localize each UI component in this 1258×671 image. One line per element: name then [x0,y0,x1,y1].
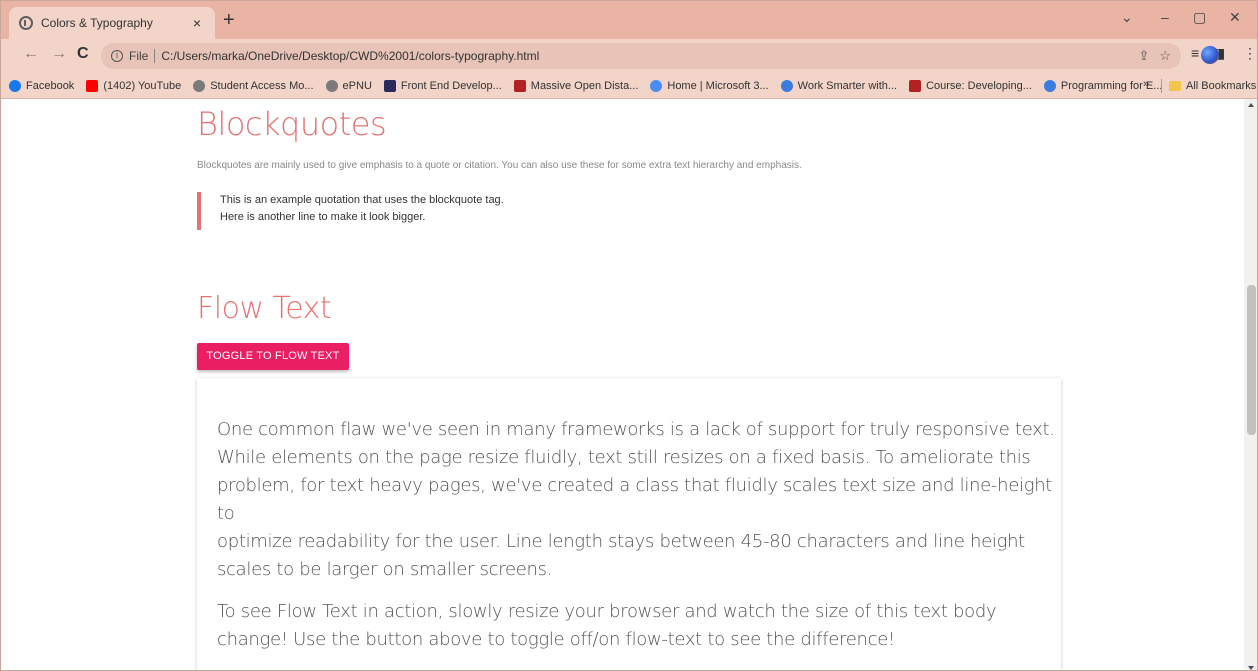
bookmark-student-access[interactable]: Student Access Mo... [193,79,314,92]
site-icon [1043,79,1056,92]
site-icon [325,79,338,92]
share-icon[interactable]: ⇪ [1138,48,1149,64]
bookmark-epnu[interactable]: ePNU [325,79,372,92]
url-separator [154,49,156,63]
url-scheme-label: File [129,49,149,63]
forward-button[interactable]: → [51,45,67,63]
scroll-down-arrow-icon[interactable] [1248,666,1254,670]
browser-tab[interactable]: Colors & Typography × [9,7,215,39]
bookmark-label: Student Access Mo... [210,79,314,92]
tab-title: Colors & Typography [41,16,153,30]
bookmark-youtube[interactable]: (1402) YouTube [86,79,182,92]
site-icon [909,79,922,92]
menu-icon[interactable]: ⋮ [1243,45,1257,62]
flow-text-card: One common flaw we've seen in many frame… [197,378,1061,670]
site-icon [780,79,793,92]
scrollbar-thumb[interactable] [1247,285,1256,435]
address-bar[interactable]: i File C:/Users/marka/OneDrive/Desktop/C… [101,43,1181,69]
page-viewport: Blockquotes Blockquotes are mainly used … [1,99,1244,670]
bookmark-label: Massive Open Dista... [530,79,639,92]
minimize-button[interactable]: – [1161,9,1169,25]
profile-avatar[interactable] [1201,46,1219,64]
flow-text-heading: Flow Text [197,291,332,326]
facebook-icon [9,79,21,92]
scroll-up-arrow-icon[interactable] [1248,103,1254,107]
site-icon [193,79,206,92]
bookmark-label: (1402) YouTube [103,79,182,92]
restore-button[interactable]: ▢ [1193,9,1206,26]
tab-strip: Colors & Typography × + ⌄ – ▢ ✕ [1,1,1257,39]
youtube-icon [86,79,99,92]
flow-line: optimize readability for the user. Line … [217,531,1025,552]
site-icon [383,79,396,92]
flow-paragraph-1: One common flaw we've seen in many frame… [217,416,1055,584]
blockquotes-heading: Blockquotes [197,105,387,143]
bookmarks-overflow-button[interactable]: » [1143,78,1149,90]
tab-close-button[interactable]: × [189,15,205,31]
bookmark-star-icon[interactable]: ☆ [1159,48,1171,64]
new-tab-button[interactable]: + [223,10,235,30]
blockquote: This is an example quotation that uses t… [197,192,504,230]
bookmarks-divider [1161,79,1162,93]
bookmark-course[interactable]: Course: Developing... [909,79,1032,92]
flow-paragraph-2: To see Flow Text in action, slowly resiz… [217,598,1055,654]
back-button[interactable]: ← [23,45,39,63]
blockquotes-description: Blockquotes are mainly used to give emph… [197,160,802,171]
tab-search-dropdown-icon[interactable]: ⌄ [1121,9,1133,26]
close-window-button[interactable]: ✕ [1229,9,1241,26]
bookmark-massive-open[interactable]: Massive Open Dista... [513,79,639,92]
bookmark-facebook[interactable]: Facebook [9,79,75,92]
bookmarks-bar: Facebook (1402) YouTube Student Access M… [1,73,1257,99]
flow-line: problem, for text heavy pages, we've cre… [217,475,1053,524]
bookmark-label: Facebook [26,79,75,92]
bookmark-label: Front End Develop... [400,79,502,92]
bookmark-label: ePNU [342,79,372,92]
bookmark-label: Home | Microsoft 3... [667,79,769,92]
globe-icon [19,16,33,30]
bookmark-work-smarter[interactable]: Work Smarter with... [780,79,898,92]
bookmark-label: Course: Developing... [926,79,1032,92]
bookmark-front-end[interactable]: Front End Develop... [383,79,502,92]
toggle-flow-text-button[interactable]: TOGGLE TO FLOW TEXT [197,343,349,370]
bookmark-microsoft[interactable]: Home | Microsoft 3... [650,79,769,92]
flow-line: While elements on the page resize fluidl… [217,447,1031,468]
site-icon [513,79,526,92]
folder-icon [1169,81,1181,91]
browser-window: Colors & Typography × + ⌄ – ▢ ✕ ← → C i … [0,0,1258,671]
flow-line: scales to be larger on smaller screens. [217,559,553,580]
url-text[interactable]: C:/Users/marka/OneDrive/Desktop/CWD%2001… [161,49,1128,63]
reading-list-icon[interactable]: ≡ [1191,45,1199,61]
browser-toolbar: ← → C i File C:/Users/marka/OneDrive/Des… [1,39,1257,73]
all-bookmarks-label: All Bookmarks [1186,80,1257,92]
flow-line: To see Flow Text in action, slowly resiz… [217,601,997,622]
all-bookmarks-button[interactable]: All Bookmarks [1169,73,1256,99]
blockquote-line: This is an example quotation that uses t… [220,194,504,206]
site-icon [650,79,663,92]
bookmark-label: Work Smarter with... [797,79,898,92]
reload-button[interactable]: C [77,45,89,63]
flow-line: change! Use the button above to toggle o… [217,629,895,650]
info-icon[interactable]: i [111,50,123,62]
flow-line: One common flaw we've seen in many frame… [217,419,1055,440]
blockquote-line: Here is another line to make it look big… [220,211,426,223]
vertical-scrollbar[interactable] [1244,99,1257,670]
